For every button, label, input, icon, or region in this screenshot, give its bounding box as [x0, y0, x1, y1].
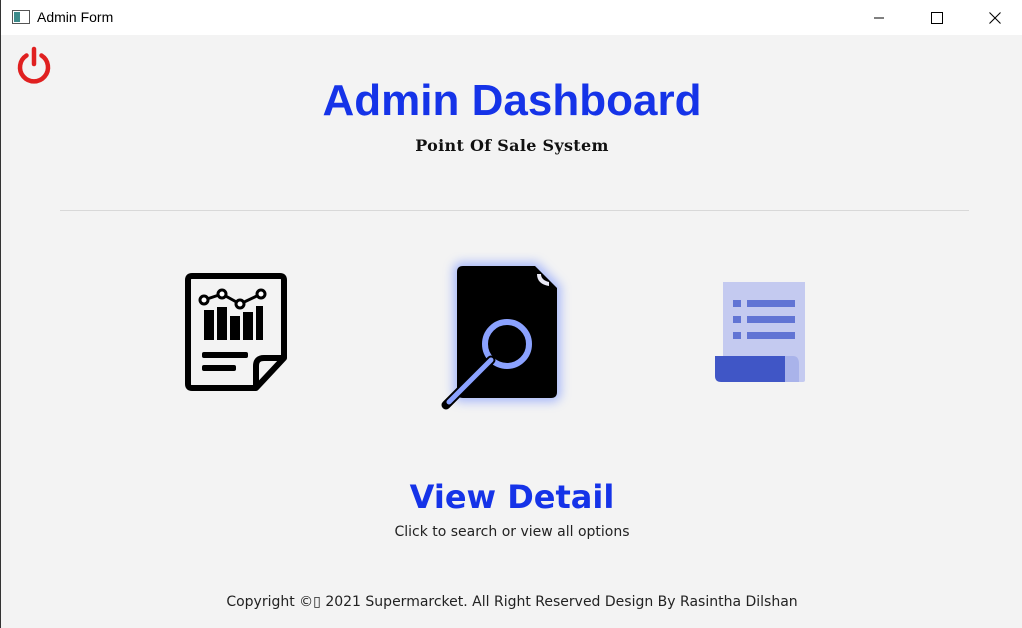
selected-option-title: View Detail	[409, 478, 615, 516]
view-detail-option-button[interactable]	[431, 252, 579, 416]
dashboard-subtitle: Point Of Sale System	[415, 136, 609, 155]
close-icon	[989, 11, 1001, 24]
list-option-button[interactable]	[709, 276, 813, 388]
report-chart-icon	[185, 273, 287, 391]
close-button[interactable]	[966, 0, 1022, 35]
minimize-button[interactable]	[850, 0, 908, 35]
selected-option-description: Click to search or view all options	[394, 524, 630, 540]
minimize-icon	[874, 17, 884, 18]
window-app-icon	[12, 10, 30, 24]
title-bar: Admin Form	[1, 0, 1022, 35]
document-search-icon	[441, 262, 561, 410]
report-option-button[interactable]	[184, 272, 288, 394]
window-title: Admin Form	[37, 9, 114, 25]
maximize-icon	[931, 11, 943, 24]
header-divider	[60, 210, 969, 211]
copyright-footer: Copyright ©▯ 2021 Supermarcket. All Righ…	[226, 594, 798, 610]
admin-form-window: Admin Form Admin Dashboard Point Of Sale…	[0, 0, 1022, 628]
list-document-icon	[715, 282, 805, 382]
dashboard-title: Admin Dashboard	[322, 76, 702, 125]
maximize-button[interactable]	[908, 0, 966, 35]
